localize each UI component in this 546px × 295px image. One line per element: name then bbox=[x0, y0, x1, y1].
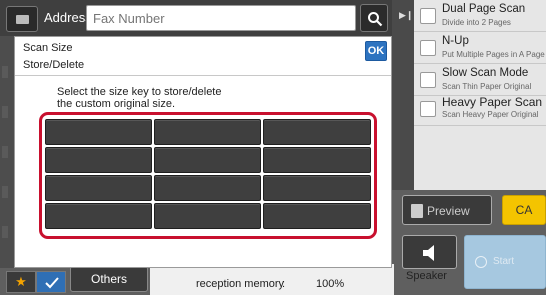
start-icon bbox=[475, 256, 487, 268]
dialog-subtitle: Store/Delete bbox=[23, 59, 85, 71]
speaker-label: Speaker bbox=[406, 270, 447, 282]
size-key[interactable] bbox=[263, 147, 371, 173]
option-subtitle: Scan Thin Paper Original bbox=[442, 82, 532, 91]
edge-tab bbox=[2, 226, 8, 238]
preview-label: Preview bbox=[427, 204, 470, 218]
others-button[interactable]: Others bbox=[70, 266, 148, 292]
speaker-icon bbox=[423, 245, 434, 261]
size-key-grid bbox=[45, 119, 371, 229]
play-arrow-icon: ▶❙ bbox=[399, 10, 414, 20]
size-key[interactable] bbox=[154, 119, 261, 145]
option-subtitle: Scan Heavy Paper Original bbox=[442, 110, 539, 119]
ca-button[interactable]: CA bbox=[502, 195, 546, 225]
option-title: Slow Scan Mode bbox=[442, 67, 529, 79]
size-key[interactable] bbox=[263, 175, 371, 201]
scan-size-store-delete-dialog: Scan Size Store/Delete OK Select the siz… bbox=[14, 36, 392, 268]
checkbox[interactable] bbox=[420, 101, 436, 117]
dialog-title: Scan Size bbox=[23, 42, 73, 54]
address-label: Address bbox=[44, 10, 92, 25]
size-key[interactable] bbox=[154, 175, 261, 201]
instruction-line-2: the custom original size. bbox=[57, 98, 175, 110]
star-icon: ★ bbox=[15, 274, 27, 289]
speaker-box[interactable] bbox=[402, 235, 457, 269]
instruction-line-1: Select the size key to store/delete bbox=[57, 86, 222, 98]
size-key[interactable] bbox=[45, 119, 152, 145]
option-title: Dual Page Scan bbox=[442, 3, 526, 15]
memory-colon: : bbox=[282, 278, 286, 290]
checkbox[interactable] bbox=[420, 72, 436, 88]
preview-button[interactable]: Preview bbox=[402, 195, 492, 225]
checkbox[interactable] bbox=[420, 8, 436, 24]
check-button[interactable] bbox=[36, 271, 66, 293]
edge-tab bbox=[2, 66, 8, 78]
search-button[interactable] bbox=[360, 4, 388, 32]
address-book-button[interactable] bbox=[6, 6, 38, 32]
ok-button[interactable]: OK bbox=[365, 41, 387, 61]
checkbox[interactable] bbox=[420, 40, 436, 56]
checkmark-icon bbox=[45, 277, 59, 289]
option-subtitle: Divide into 2 Pages bbox=[442, 18, 511, 27]
edge-tab bbox=[2, 146, 8, 158]
size-key[interactable] bbox=[45, 175, 152, 201]
option-heavy-paper-scan[interactable]: Heavy Paper Scan Scan Heavy Paper Origin… bbox=[414, 92, 546, 126]
option-title: N-Up bbox=[442, 35, 469, 47]
memory-label: reception memory bbox=[196, 278, 285, 290]
size-key[interactable] bbox=[45, 203, 152, 229]
options-toggle-strip[interactable]: ▶❙ bbox=[392, 0, 416, 190]
size-key[interactable] bbox=[263, 119, 371, 145]
option-dual-page-scan[interactable]: Dual Page Scan Divide into 2 Pages bbox=[414, 0, 546, 32]
divider bbox=[15, 75, 391, 76]
memory-value: 100% bbox=[316, 278, 345, 290]
size-key[interactable] bbox=[45, 147, 152, 173]
reception-memory-status: reception memory : 100% bbox=[196, 278, 344, 290]
favorite-star-button[interactable]: ★ bbox=[6, 271, 36, 293]
option-n-up[interactable]: N-Up Put Multiple Pages in A Page bbox=[414, 32, 546, 64]
size-key[interactable] bbox=[154, 147, 261, 173]
size-key[interactable] bbox=[263, 203, 371, 229]
start-label: Start bbox=[493, 256, 515, 267]
options-panel: Dual Page Scan Divide into 2 Pages N-Up … bbox=[414, 0, 546, 190]
screen: Address ▶❙ Dual Page Scan Divide into 2 … bbox=[0, 0, 546, 295]
size-key[interactable] bbox=[154, 203, 261, 229]
option-subtitle: Put Multiple Pages in A Page bbox=[442, 50, 545, 59]
option-title: Heavy Paper Scan bbox=[442, 95, 543, 109]
speaker-button[interactable]: Speaker bbox=[402, 235, 457, 287]
address-bar: Address bbox=[0, 0, 392, 36]
start-button[interactable]: Start bbox=[464, 235, 546, 289]
edge-tab bbox=[2, 186, 8, 198]
search-icon bbox=[368, 12, 383, 27]
fax-number-input[interactable] bbox=[86, 5, 356, 31]
preview-icon bbox=[411, 204, 423, 218]
edge-tab bbox=[2, 106, 8, 118]
left-edge-strip bbox=[0, 36, 14, 268]
